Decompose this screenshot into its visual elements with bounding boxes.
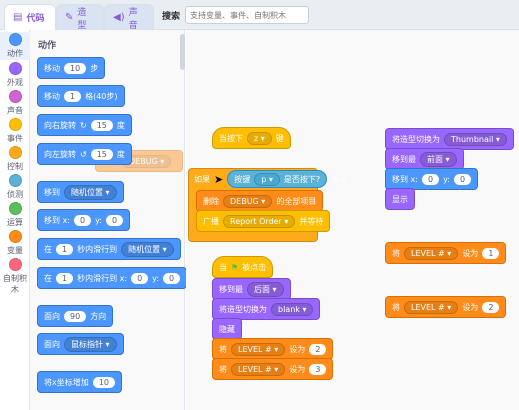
tab-label: 造型 xyxy=(77,7,87,31)
point-direction-block[interactable]: 面向 90 方向 xyxy=(37,305,114,327)
value-input[interactable]: 1 xyxy=(482,247,500,259)
events-dot-icon xyxy=(8,118,22,131)
grid-input[interactable]: 1 xyxy=(64,90,82,102)
tab-code[interactable]: ▤ 代码 xyxy=(4,4,56,30)
category-sensing[interactable]: 侦测 xyxy=(0,174,30,200)
steps-input[interactable]: 10 xyxy=(64,62,87,74)
change-x-block[interactable]: 将x坐标增加 10 xyxy=(37,371,122,393)
glide-dropdown[interactable]: 随机位置 xyxy=(121,241,174,257)
switch-costume-block[interactable]: 将造型切换为 blank xyxy=(212,298,321,320)
code-icon: ▤ xyxy=(13,12,23,23)
mouse-cursor-icon: ➤ xyxy=(214,172,224,186)
palette-title: 动作 xyxy=(38,41,57,51)
glide-block[interactable]: 在 1 秒内滑行到 随机位置 xyxy=(37,238,181,260)
sound-dot-icon xyxy=(8,90,22,103)
key-dropdown[interactable]: z xyxy=(247,131,272,145)
category-sound[interactable]: 声音 xyxy=(0,90,30,116)
tab-label: 代码 xyxy=(26,14,45,24)
show-block[interactable]: 显示 xyxy=(385,188,415,210)
hide-block[interactable]: 隐藏 xyxy=(212,318,242,340)
y-input[interactable]: 0 xyxy=(453,173,472,185)
x-input[interactable]: 0 xyxy=(131,272,149,284)
broadcast-wait-block[interactable]: 广播Report Order并等待 xyxy=(196,210,331,232)
key-pressed-reporter[interactable]: 按键p是否按下? xyxy=(227,170,328,188)
set-variable-block[interactable]: 将LEVEL #设为2 xyxy=(212,338,334,360)
change-x-input[interactable]: 10 xyxy=(92,376,115,388)
operators-dot-icon xyxy=(8,202,22,215)
value-input[interactable]: 2 xyxy=(482,301,500,313)
variable-dropdown[interactable]: LEVEL # xyxy=(231,342,286,356)
speaker-icon: ◀) xyxy=(113,12,125,23)
when-flag-clicked-hat[interactable]: 当 ⚑ 被点击 xyxy=(212,256,274,278)
tab-label: 声音 xyxy=(128,7,138,31)
turn-left-block[interactable]: 向左旋转 ↺ 15 度 xyxy=(37,143,132,165)
message-dropdown[interactable]: Report Order xyxy=(223,214,296,228)
category-motion[interactable]: 动作 xyxy=(0,32,30,60)
search-label: 搜索 xyxy=(162,12,181,22)
x-input[interactable]: 0 xyxy=(73,214,92,226)
tab-costumes[interactable]: ✎ 造型 xyxy=(56,4,104,31)
point-towards-block[interactable]: 面向 鼠标指针 xyxy=(37,333,124,355)
if-block[interactable]: 如果 ➤ 按键p是否按下? 那么 xyxy=(188,168,353,190)
layer-dropdown[interactable]: 前面 xyxy=(420,151,457,167)
turn-right-block[interactable]: 向右旋转 ↻ 15 度 xyxy=(37,114,132,136)
variable-dropdown[interactable]: LEVEL # xyxy=(404,246,459,260)
x-input[interactable]: 0 xyxy=(421,173,440,185)
goto-xy-block[interactable]: 移到 x: 0 y: 0 xyxy=(385,168,479,190)
set-variable-block[interactable]: 将LEVEL #设为1 xyxy=(385,242,507,264)
motion-dot-icon xyxy=(8,33,22,46)
key-pressed-dropdown[interactable]: p xyxy=(254,172,280,186)
category-column: 动作 外观 声音 事件 控制 侦测 运算 变量 自制积木 xyxy=(0,30,30,410)
category-variables[interactable]: 变量 xyxy=(0,230,30,256)
point-towards-dropdown[interactable]: 鼠标指针 xyxy=(64,336,117,352)
value-input[interactable]: 2 xyxy=(309,343,327,355)
category-control[interactable]: 控制 xyxy=(0,146,30,172)
y-input[interactable]: 0 xyxy=(105,214,124,226)
go-to-front-block[interactable]: 移到最 前面 xyxy=(385,148,464,170)
my-blocks-dot-icon xyxy=(8,258,22,271)
move-grid-block[interactable]: 移动 1 格(40步) xyxy=(37,85,125,107)
variable-dropdown[interactable]: LEVEL # xyxy=(404,300,459,314)
category-operators[interactable]: 运算 xyxy=(0,202,30,228)
category-looks[interactable]: 外观 xyxy=(0,62,30,88)
green-flag-icon: ⚑ xyxy=(231,262,239,272)
palette-scrollbar[interactable] xyxy=(180,34,185,70)
variable-dropdown[interactable]: LEVEL # xyxy=(231,362,286,376)
delete-all-block[interactable]: 删除DEBUG的全部项目 xyxy=(196,190,324,212)
search-input[interactable] xyxy=(185,6,309,24)
move-steps-block[interactable]: 移动 10 步 xyxy=(37,57,106,79)
direction-input[interactable]: 90 xyxy=(64,310,87,322)
top-bar: ▤ 代码 ✎ 造型 ◀) 声音 搜索 xyxy=(0,0,519,31)
glide-xy-block[interactable]: 在 1 秒内滑行到 x: 0 y: 0 xyxy=(37,267,188,289)
seconds-input[interactable]: 1 xyxy=(56,243,74,255)
costume-dropdown[interactable]: blank xyxy=(271,302,314,316)
goto-dropdown[interactable]: 随机位置 xyxy=(64,184,117,200)
tab-sounds[interactable]: ◀) 声音 xyxy=(104,4,154,31)
goto-block[interactable]: 移到 随机位置 xyxy=(37,181,124,203)
set-variable-block[interactable]: 将LEVEL #设为2 xyxy=(385,296,507,318)
costume-dropdown[interactable]: Thumbnail xyxy=(444,132,507,146)
category-my-blocks[interactable]: 自制积木 xyxy=(0,258,30,295)
seconds-input[interactable]: 1 xyxy=(56,272,74,284)
variables-dot-icon xyxy=(8,230,22,243)
set-variable-block[interactable]: 将LEVEL #设为3 xyxy=(212,358,334,380)
control-dot-icon xyxy=(8,146,22,159)
list-dropdown[interactable]: DEBUG xyxy=(223,194,273,208)
go-to-layer-block[interactable]: 移到最 后面 xyxy=(212,278,291,300)
rotate-clockwise-icon: ↻ xyxy=(80,120,87,130)
value-input[interactable]: 3 xyxy=(309,363,327,375)
layer-dropdown[interactable]: 后面 xyxy=(247,281,284,297)
sensing-dot-icon xyxy=(8,174,22,187)
rotate-counterclockwise-icon: ↺ xyxy=(80,149,87,159)
brush-icon: ✎ xyxy=(65,12,74,23)
switch-costume-block[interactable]: 将造型切换为 Thumbnail xyxy=(385,128,514,150)
goto-xy-block[interactable]: 移到 x: 0 y: 0 xyxy=(37,209,131,231)
degrees-input[interactable]: 15 xyxy=(90,119,113,131)
looks-dot-icon xyxy=(8,62,22,75)
when-key-pressed-hat[interactable]: 当按下z键 xyxy=(212,127,291,149)
category-events[interactable]: 事件 xyxy=(0,118,30,144)
y-input[interactable]: 0 xyxy=(163,272,181,284)
degrees-input[interactable]: 15 xyxy=(90,148,113,160)
